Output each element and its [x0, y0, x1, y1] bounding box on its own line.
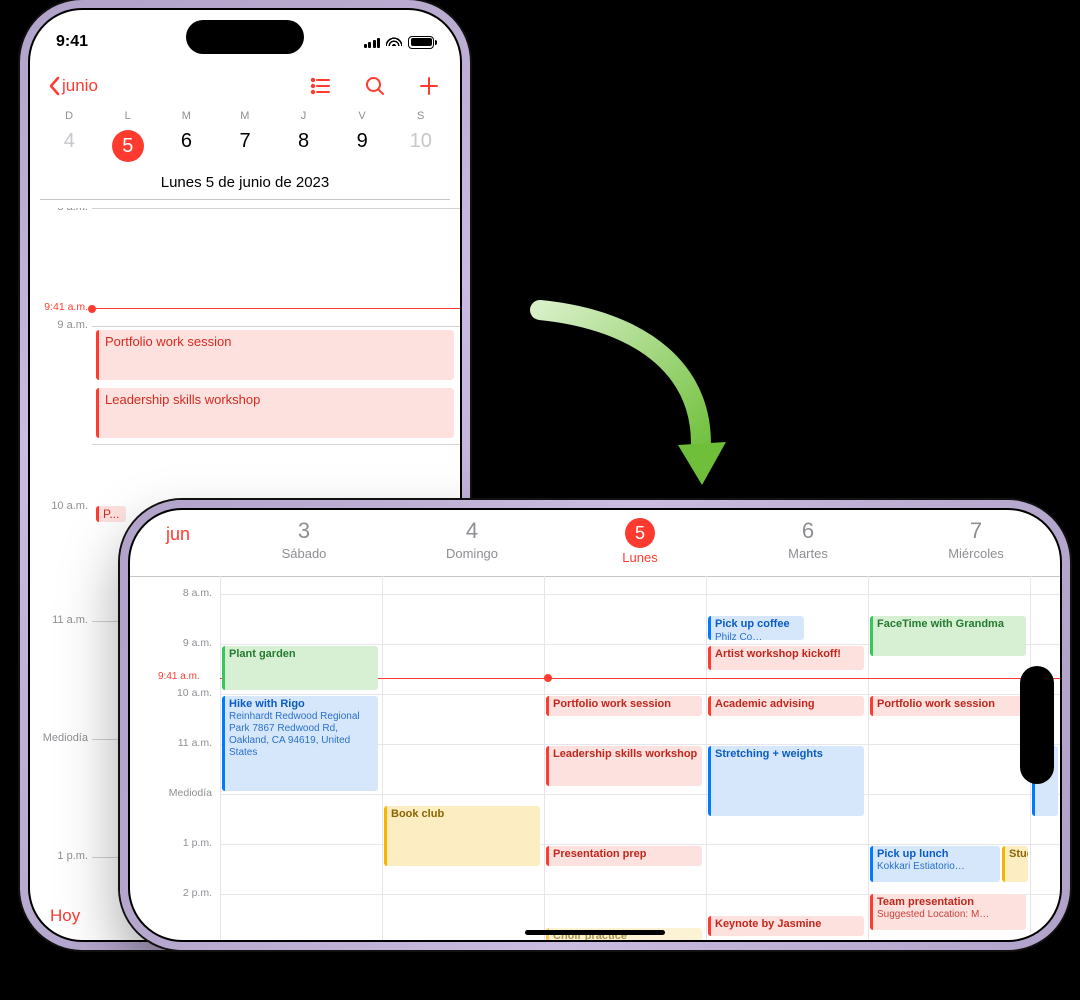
- event-presentation-truncated[interactable]: P...: [96, 506, 126, 522]
- today-button[interactable]: Hoy: [50, 906, 80, 926]
- event-student[interactable]: Student: [1002, 846, 1028, 882]
- dynamic-island: [186, 20, 304, 54]
- dow-j: J: [274, 110, 333, 122]
- search-icon[interactable]: [362, 73, 388, 99]
- event-stretching[interactable]: Stretching + weights: [708, 746, 864, 816]
- day-7[interactable]: 7: [216, 126, 275, 166]
- col-sat[interactable]: 3 Sábado: [220, 510, 388, 576]
- day-9[interactable]: 9: [333, 126, 392, 166]
- dynamic-island: [1020, 666, 1054, 784]
- event-hike[interactable]: Hike with Rigo Reinhardt Redwood Regiona…: [222, 696, 378, 791]
- cellular-icon: [364, 36, 381, 48]
- wifi-icon: [386, 33, 402, 51]
- battery-icon: [408, 36, 434, 49]
- event-academic-advising[interactable]: Academic advising: [708, 696, 864, 716]
- event-portfolio[interactable]: Portfolio work session: [96, 330, 454, 380]
- add-event-icon[interactable]: [416, 73, 442, 99]
- event-leadership-mon[interactable]: Leadership skills workshop: [546, 746, 702, 786]
- dow-m1: M: [157, 110, 216, 122]
- dow-v: V: [333, 110, 392, 122]
- event-pickup-lunch[interactable]: Pick up lunchKokkari Estiatorio…: [870, 846, 1000, 882]
- event-team-presentation[interactable]: Team presentationSuggested Location: M…: [870, 894, 1026, 930]
- event-portfolio-wed[interactable]: Portfolio work session: [870, 696, 1026, 716]
- dow-l: L: [99, 110, 158, 122]
- dow-d: D: [40, 110, 99, 122]
- phone-landscape-frame: jun 3 Sábado 4 Domingo 5 Lunes 6 Martes: [120, 500, 1070, 950]
- list-view-icon[interactable]: [308, 73, 334, 99]
- week-strip: D L M M J V S 4 5 6 7 8 9 10 Lunes: [30, 110, 460, 200]
- day-10[interactable]: 10: [391, 126, 450, 166]
- dow-m2: M: [216, 110, 275, 122]
- event-pickup-coffee[interactable]: Pick up coffee Philz Co…: [708, 616, 804, 640]
- event-plant-garden[interactable]: Plant garden: [222, 646, 378, 690]
- week-header: jun 3 Sábado 4 Domingo 5 Lunes 6 Martes: [130, 510, 1060, 576]
- event-portfolio-mon[interactable]: Portfolio work session: [546, 696, 702, 716]
- event-facetime[interactable]: FaceTime with Grandma: [870, 616, 1026, 656]
- week-grid[interactable]: 8 a.m. 9 a.m. 10 a.m. 11 a.m. Mediodía 1…: [130, 576, 1060, 940]
- event-artist-workshop[interactable]: Artist workshop kickoff!: [708, 646, 864, 670]
- day-5-selected[interactable]: 5: [99, 126, 158, 166]
- event-book-club[interactable]: Book club: [384, 806, 540, 866]
- back-button[interactable]: junio: [48, 76, 98, 96]
- home-indicator: [525, 930, 665, 935]
- col-tue[interactable]: 6 Martes: [724, 510, 892, 576]
- day-4[interactable]: 4: [40, 126, 99, 166]
- col-wed[interactable]: 7 Miércoles: [892, 510, 1060, 576]
- nav-bar: junio: [30, 62, 460, 110]
- month-label[interactable]: jun: [130, 510, 220, 576]
- date-heading: Lunes 5 de junio de 2023: [40, 174, 450, 191]
- dow-s: S: [391, 110, 450, 122]
- col-sun[interactable]: 4 Domingo: [388, 510, 556, 576]
- event-leadership[interactable]: Leadership skills workshop: [96, 388, 454, 438]
- event-keynote[interactable]: Keynote by Jasmine: [708, 916, 864, 936]
- back-label: junio: [62, 76, 98, 96]
- event-presentation-prep[interactable]: Presentation prep: [546, 846, 702, 866]
- col-mon-today[interactable]: 5 Lunes: [556, 510, 724, 576]
- day-6[interactable]: 6: [157, 126, 216, 166]
- rotate-arrow-icon: [520, 300, 750, 510]
- status-time: 9:41: [56, 33, 88, 51]
- day-8[interactable]: 8: [274, 126, 333, 166]
